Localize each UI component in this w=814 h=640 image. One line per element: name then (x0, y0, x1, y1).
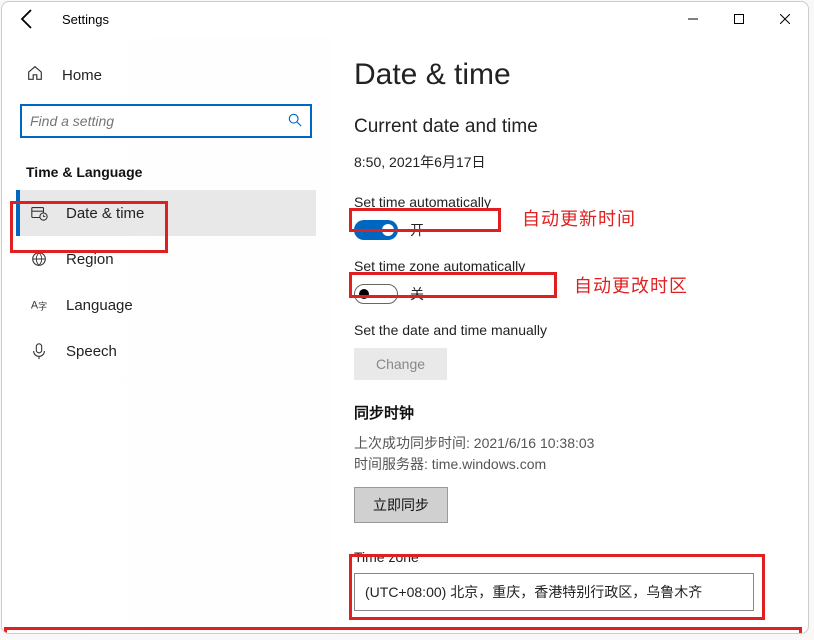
back-button[interactable] (16, 7, 40, 31)
auto-tz-toggle[interactable] (354, 284, 398, 304)
annotation-text-auto-tz: 自动更改时区 (574, 272, 688, 298)
auto-time-label: Set time automatically (354, 194, 491, 210)
sidebar-item-label: Language (66, 297, 133, 314)
sidebar-item-speech[interactable]: Speech (16, 328, 316, 374)
globe-icon (30, 250, 48, 268)
search-input[interactable] (30, 113, 288, 129)
annotation-text-auto-time: 自动更新时间 (522, 205, 636, 231)
section-current-datetime: Current date and time (354, 116, 778, 138)
annotation-bottom-edge (4, 627, 802, 633)
sidebar-item-label: Region (66, 251, 114, 268)
sync-now-button[interactable]: 立即同步 (354, 487, 448, 523)
timezone-value: (UTC+08:00) 北京，重庆，香港特别行政区，乌鲁木齐 (365, 582, 702, 602)
sidebar-item-label: Speech (66, 343, 117, 360)
home-icon (26, 64, 44, 86)
manual-label: Set the date and time manually (354, 322, 547, 338)
auto-tz-state: 关 (410, 284, 424, 304)
sync-info: 上次成功同步时间: 2021/6/16 10:38:03 时间服务器: time… (354, 433, 778, 475)
timezone-select[interactable]: (UTC+08:00) 北京，重庆，香港特别行政区，乌鲁木齐 (354, 573, 754, 611)
current-datetime: 8:50, 2021年6月17日 (354, 152, 778, 172)
auto-time-state: 开 (410, 220, 424, 240)
sync-last: 上次成功同步时间: 2021/6/16 10:38:03 (354, 433, 778, 454)
minimize-button[interactable] (670, 2, 716, 36)
sync-heading: 同步时钟 (354, 402, 778, 423)
auto-tz-label: Set time zone automatically (354, 258, 525, 274)
search-icon (288, 113, 302, 130)
sidebar-item-language[interactable]: A字 Language (16, 282, 316, 328)
window-title: Settings (62, 12, 109, 27)
home-label: Home (62, 67, 102, 84)
sidebar: Home Time & Language Date & time Regi (2, 36, 330, 633)
calendar-clock-icon (30, 204, 48, 222)
microphone-icon (30, 342, 48, 360)
svg-text:字: 字 (38, 301, 47, 312)
sidebar-item-region[interactable]: Region (16, 236, 316, 282)
maximize-button[interactable] (716, 2, 762, 36)
language-icon: A字 (30, 296, 48, 314)
close-button[interactable] (762, 2, 808, 36)
home-nav[interactable]: Home (16, 54, 316, 96)
change-button[interactable]: Change (354, 348, 447, 380)
sidebar-item-date-time[interactable]: Date & time (16, 190, 316, 236)
sync-server: 时间服务器: time.windows.com (354, 454, 778, 475)
section-label: Time & Language (26, 164, 316, 180)
sidebar-item-label: Date & time (66, 205, 144, 222)
page-title: Date & time (354, 58, 778, 92)
timezone-label: Time zone (354, 549, 778, 565)
titlebar: Settings (2, 2, 808, 36)
search-box[interactable] (20, 104, 312, 138)
main-content: Date & time Current date and time 8:50, … (330, 36, 808, 633)
auto-time-toggle[interactable] (354, 220, 398, 240)
